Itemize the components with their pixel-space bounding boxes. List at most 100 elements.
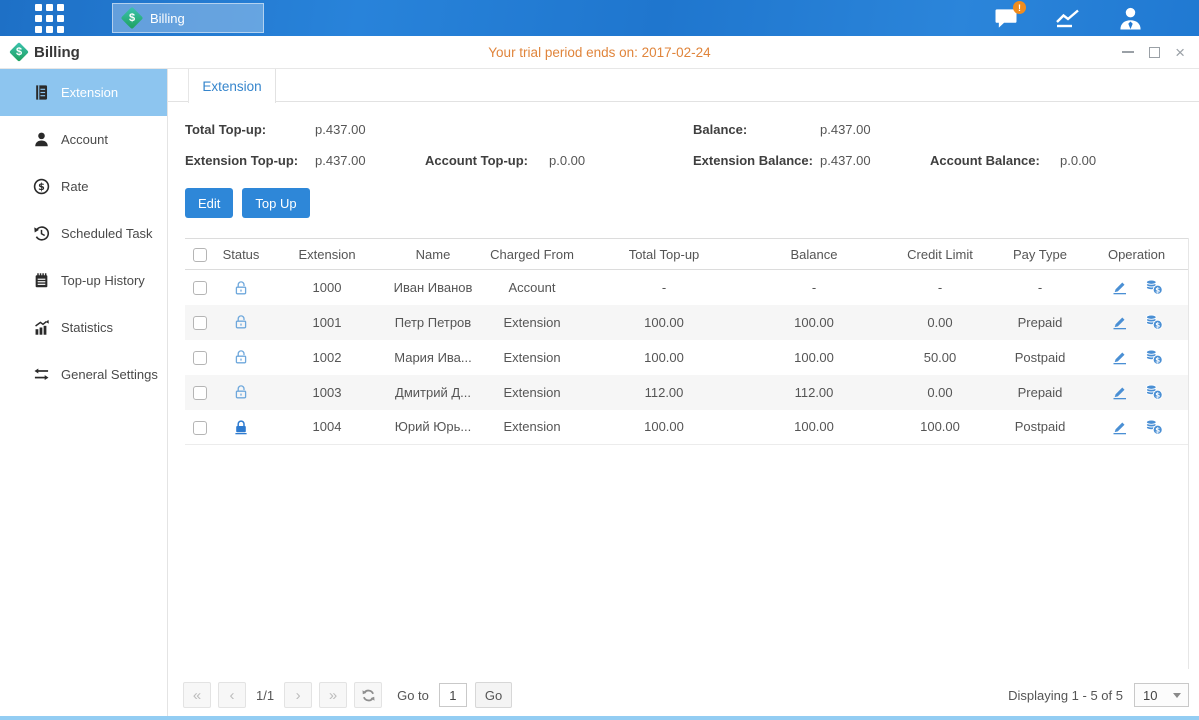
- cell-credit-limit: 0.00: [885, 305, 995, 340]
- table-row: 1001Петр ПетровExtension100.00100.000.00…: [185, 305, 1188, 340]
- cell-credit-limit: -: [885, 270, 995, 305]
- summary-value: p.437.00: [820, 122, 871, 137]
- top-up-row-icon[interactable]: $: [1145, 314, 1163, 330]
- sidebar-item-label: Scheduled Task: [61, 226, 153, 241]
- cell-balance: 100.00: [743, 340, 885, 375]
- summary-row-1: Total Top-up: p.437.00 Balance: p.437.00: [185, 116, 1189, 147]
- top-navbar: $ Billing !: [0, 0, 1199, 36]
- coin-stack-icon: $: [1145, 384, 1163, 400]
- cell-credit-limit: 100.00: [885, 410, 995, 445]
- cell-name: Мария Ива...: [387, 340, 479, 375]
- tab-extension[interactable]: Extension: [188, 69, 276, 103]
- status-lock-icon: [233, 419, 249, 435]
- taskbar-billing-tab[interactable]: $ Billing: [112, 3, 264, 33]
- edit-row-icon[interactable]: [1111, 384, 1129, 400]
- table-header-row: Status Extension Name Charged From Total…: [185, 239, 1188, 270]
- cell-name: Петр Петров: [387, 305, 479, 340]
- top-up-row-icon[interactable]: $: [1145, 384, 1163, 400]
- window-titlebar: Your trial period ends on: 2017-02-24 $ …: [0, 36, 1199, 69]
- pencil-icon: [1111, 314, 1129, 330]
- cell-charged-from: Extension: [479, 340, 585, 375]
- lock-open-icon: [233, 280, 249, 296]
- notification-badge: !: [1013, 1, 1026, 14]
- sidebar-item-general-settings[interactable]: General Settings: [0, 351, 167, 398]
- top-up-row-icon[interactable]: $: [1145, 279, 1163, 295]
- table-row: 1004Юрий Юрь...Extension100.00100.00100.…: [185, 410, 1188, 445]
- edit-button[interactable]: Edit: [185, 188, 233, 218]
- cell-total-top-up: 100.00: [585, 410, 743, 445]
- cell-balance: 100.00: [743, 410, 885, 445]
- first-page-button[interactable]: «: [183, 682, 211, 708]
- edit-row-icon[interactable]: [1111, 279, 1129, 295]
- row-checkbox[interactable]: [193, 421, 207, 435]
- svg-text:$: $: [1155, 426, 1160, 434]
- close-icon[interactable]: ×: [1175, 44, 1185, 61]
- swap-arrows-icon: [33, 366, 50, 383]
- sidebar-item-scheduled-task[interactable]: Scheduled Task: [0, 210, 167, 257]
- history-clock-icon: [33, 225, 50, 242]
- prev-page-button[interactable]: ‹: [218, 682, 246, 708]
- table-row: 1003Дмитрий Д...Extension112.00112.000.0…: [185, 375, 1188, 410]
- cell-extension: 1003: [267, 375, 387, 410]
- pencil-icon: [1111, 349, 1129, 365]
- next-page-button[interactable]: ›: [284, 682, 312, 708]
- edit-row-icon[interactable]: [1111, 314, 1129, 330]
- sidebar-item-account[interactable]: Account: [0, 116, 167, 163]
- sidebar-item-statistics[interactable]: Statistics: [0, 304, 167, 351]
- sidebar-item-label: Rate: [61, 179, 88, 194]
- top-up-row-icon[interactable]: $: [1145, 419, 1163, 435]
- trial-notice: Your trial period ends on: 2017-02-24: [0, 45, 1199, 60]
- cell-charged-from: Extension: [479, 305, 585, 340]
- row-checkbox[interactable]: [193, 316, 207, 330]
- sidebar-item-label: Top-up History: [61, 273, 145, 288]
- balance-summary: Total Top-up: p.437.00 Balance: p.437.00…: [185, 116, 1189, 178]
- go-to-label: Go to: [397, 688, 429, 703]
- row-checkbox[interactable]: [193, 351, 207, 365]
- sidebar-item-topup-history[interactable]: Top-up History: [0, 257, 167, 304]
- resource-monitor-icon[interactable]: [1055, 5, 1081, 31]
- maximize-icon[interactable]: [1149, 47, 1160, 58]
- column-header-balance: Balance: [743, 239, 885, 270]
- sidebar-item-rate[interactable]: $ Rate: [0, 163, 167, 210]
- minimize-icon[interactable]: [1122, 51, 1134, 53]
- page-number-input[interactable]: [439, 683, 467, 707]
- pencil-icon: [1111, 419, 1129, 435]
- select-all-checkbox[interactable]: [193, 248, 207, 262]
- summary-row-2: Extension Top-up: p.437.00 Account Top-u…: [185, 147, 1189, 178]
- status-lock-icon: [233, 280, 249, 296]
- top-up-row-icon[interactable]: $: [1145, 349, 1163, 365]
- refresh-button[interactable]: [354, 682, 382, 708]
- cell-extension: 1004: [267, 410, 387, 445]
- cell-extension: 1000: [267, 270, 387, 305]
- column-header-total-top-up: Total Top-up: [585, 239, 743, 270]
- tab-label: Extension: [202, 79, 261, 94]
- table-row: 1000Иван ИвановAccount---- $: [185, 270, 1188, 305]
- go-button[interactable]: Go: [475, 682, 512, 708]
- svg-text:$: $: [1155, 356, 1160, 364]
- page-size-select[interactable]: 10: [1134, 683, 1189, 707]
- column-header-pay-type: Pay Type: [995, 239, 1085, 270]
- page-indicator: 1/1: [256, 688, 274, 703]
- user-account-icon[interactable]: [1117, 5, 1143, 31]
- notifications-icon[interactable]: !: [993, 5, 1019, 31]
- person-icon: [33, 131, 50, 148]
- extension-table: Status Extension Name Charged From Total…: [185, 238, 1189, 669]
- cell-balance: -: [743, 270, 885, 305]
- status-lock-icon: [233, 349, 249, 365]
- top-up-button[interactable]: Top Up: [242, 188, 309, 218]
- caret-down-icon: [1173, 693, 1181, 698]
- sidebar-item-extension[interactable]: Extension: [0, 69, 167, 116]
- last-page-button[interactable]: »: [319, 682, 347, 708]
- row-checkbox[interactable]: [193, 281, 207, 295]
- app-launcher-icon[interactable]: [35, 4, 64, 33]
- edit-row-icon[interactable]: [1111, 349, 1129, 365]
- summary-label: Account Top-up:: [425, 153, 528, 168]
- summary-value: p.0.00: [549, 153, 585, 168]
- line-chart-icon: [1055, 7, 1081, 29]
- edit-row-icon[interactable]: [1111, 419, 1129, 435]
- summary-value: p.437.00: [315, 153, 366, 168]
- cell-extension: 1001: [267, 305, 387, 340]
- summary-label: Balance:: [693, 122, 747, 137]
- row-checkbox[interactable]: [193, 386, 207, 400]
- lock-open-icon: [233, 314, 249, 330]
